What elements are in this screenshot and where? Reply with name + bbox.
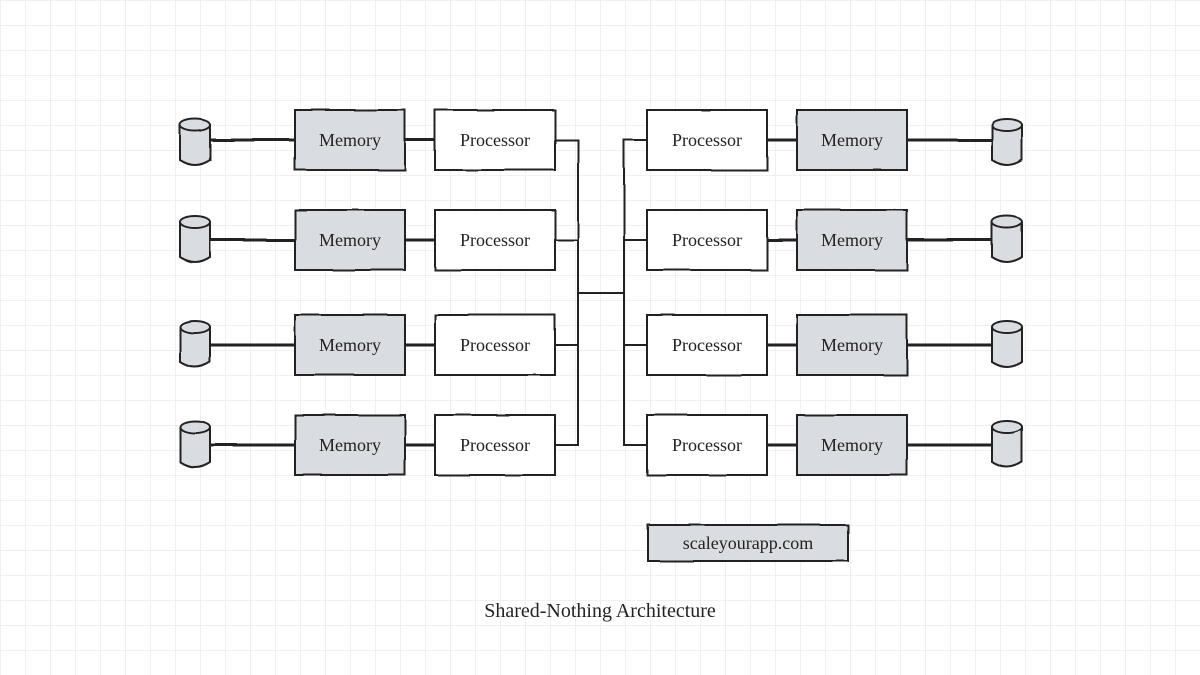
processor-box-r2: Processor bbox=[647, 210, 767, 270]
processor-box-l3: Processor bbox=[435, 315, 555, 375]
processor-box-l2: Processor bbox=[435, 210, 555, 270]
processor-box-l1: Processor bbox=[435, 110, 555, 170]
storage-icon-l1 bbox=[175, 120, 215, 165]
watermark-label: scaleyourapp.com bbox=[648, 525, 848, 561]
storage-icon-r4 bbox=[987, 422, 1027, 467]
processor-box-r1: Processor bbox=[647, 110, 767, 170]
processor-box-r4: Processor bbox=[647, 415, 767, 475]
diagram-title: Shared-Nothing Architecture bbox=[0, 600, 1200, 623]
storage-icon-l2 bbox=[175, 217, 215, 262]
memory-box-l4: Memory bbox=[295, 415, 405, 475]
processor-box-r3: Processor bbox=[647, 315, 767, 375]
memory-box-l1: Memory bbox=[295, 110, 405, 170]
storage-icon-l3 bbox=[175, 322, 215, 367]
memory-box-r4: Memory bbox=[797, 415, 907, 475]
memory-box-r1: Memory bbox=[797, 110, 907, 170]
storage-icon-r3 bbox=[987, 322, 1027, 367]
memory-box-r2: Memory bbox=[797, 210, 907, 270]
memory-box-l3: Memory bbox=[295, 315, 405, 375]
memory-box-r3: Memory bbox=[797, 315, 907, 375]
memory-box-l2: Memory bbox=[295, 210, 405, 270]
storage-icon-r2 bbox=[987, 217, 1027, 262]
storage-icon-r1 bbox=[987, 120, 1027, 165]
storage-icon-l4 bbox=[175, 422, 215, 467]
processor-box-l4: Processor bbox=[435, 415, 555, 475]
